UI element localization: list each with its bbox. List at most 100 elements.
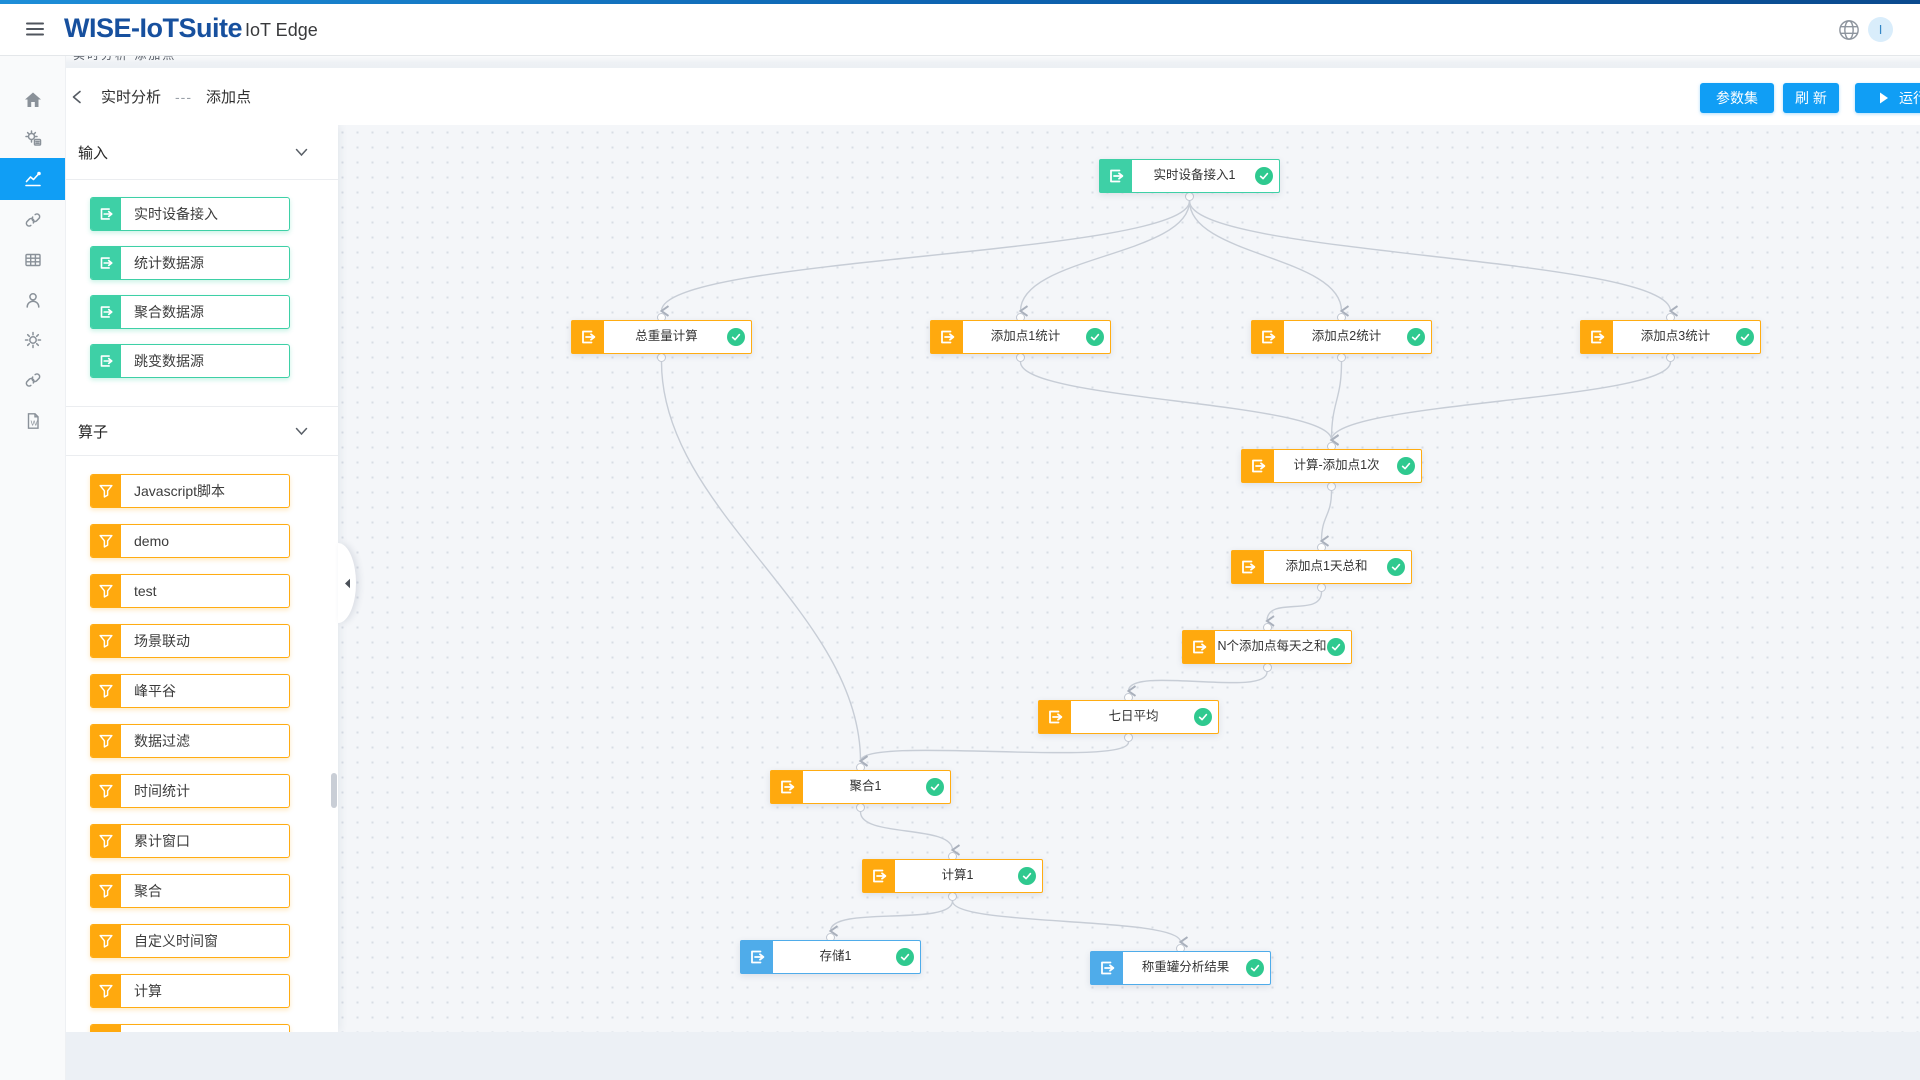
node-valid-check-icon: [1407, 328, 1425, 346]
palette-item-input[interactable]: 统计数据源: [90, 246, 290, 280]
flow-node[interactable]: 称重罐分析结果: [1090, 951, 1271, 985]
document-icon: W: [23, 411, 43, 431]
nav-sidebar: W: [0, 55, 66, 1080]
flow-node[interactable]: 总重量计算: [571, 320, 752, 354]
funnel-icon: [91, 625, 121, 657]
palette-item-label: demo: [134, 525, 169, 557]
palette-item-operator[interactable]: 累计窗口: [90, 824, 290, 858]
toolbar: 实时分析 --- 添加点 参数集 刷 新 运行: [65, 68, 1920, 125]
section-input-header[interactable]: 输入: [65, 125, 338, 180]
palette-item-operator[interactable]: 峰平谷: [90, 674, 290, 708]
palette-item-operator[interactable]: test: [90, 574, 290, 608]
remnant-clipped-text: 实时分析 添加点: [73, 55, 176, 63]
run-button[interactable]: 运行: [1855, 83, 1920, 113]
node-valid-check-icon: [1194, 708, 1212, 726]
language-globe-icon[interactable]: [1838, 19, 1860, 41]
node-valid-check-icon: [896, 948, 914, 966]
section-operators-header[interactable]: 算子: [65, 407, 338, 456]
sidebar-item-settings[interactable]: [0, 320, 65, 360]
brand-logo: WISE-IoTSuite: [64, 13, 242, 44]
palette-item-label: Javascript脚本: [134, 475, 225, 507]
play-icon: [1879, 92, 1889, 104]
node-input-icon: [1091, 952, 1123, 984]
node-input-icon: [1581, 321, 1613, 353]
palette-item-label: test: [134, 575, 157, 607]
palette-item-operator[interactable]: Javascript脚本: [90, 474, 290, 508]
node-input-icon: [771, 771, 803, 803]
flow-node[interactable]: 计算1: [862, 859, 1043, 893]
palette-item-label: 实时设备接入: [134, 198, 218, 230]
chevron-left-icon: [344, 578, 351, 589]
node-input-icon: [572, 321, 604, 353]
breadcrumb-root[interactable]: 实时分析: [101, 86, 161, 107]
funnel-icon: [91, 775, 121, 807]
node-input-icon: [1242, 450, 1274, 482]
funnel-icon: [91, 475, 121, 507]
palette-item-input[interactable]: 实时设备接入: [90, 197, 290, 231]
funnel-icon: [91, 525, 121, 557]
sidebar-item-documents[interactable]: W: [0, 401, 65, 441]
sidebar-item-external-links[interactable]: [0, 360, 65, 400]
node-input-icon: [1183, 631, 1215, 663]
sidebar-item-device-management[interactable]: [0, 118, 65, 158]
svg-text:W: W: [30, 419, 38, 428]
flow-node[interactable]: N个添加点每天之和: [1182, 630, 1352, 664]
node-valid-check-icon: [1086, 328, 1104, 346]
flow-node[interactable]: 七日平均: [1038, 700, 1219, 734]
palette-item-operator[interactable]: 计算: [90, 974, 290, 1008]
palette-item-operator[interactable]: 自定义时间窗: [90, 924, 290, 958]
parameter-set-button[interactable]: 参数集: [1700, 83, 1774, 113]
palette-item-operator[interactable]: 聚合: [90, 874, 290, 908]
node-valid-check-icon: [1246, 959, 1264, 977]
flow-node[interactable]: 添加点3统计: [1580, 320, 1761, 354]
palette-item-operator[interactable]: demo: [90, 524, 290, 558]
palette-item-input[interactable]: 聚合数据源: [90, 295, 290, 329]
input-source-icon: [91, 247, 121, 279]
bottom-strip: [0, 1032, 1920, 1080]
gear-icon: [23, 330, 43, 350]
flow-node[interactable]: 实时设备接入1: [1099, 159, 1280, 193]
palette-item-label: 聚合数据源: [134, 296, 204, 328]
palette-item-operator[interactable]: [90, 1024, 290, 1032]
node-input-icon: [863, 860, 895, 892]
node-input-icon: [741, 941, 773, 973]
user-avatar[interactable]: I: [1868, 17, 1893, 42]
analysis-chart-icon: [23, 169, 43, 189]
scrolled-content-remnant: 实时分析 添加点: [0, 55, 1920, 69]
funnel-icon: [91, 725, 121, 757]
palette-item-operator[interactable]: 场景联动: [90, 624, 290, 658]
operator-item-list: Javascript脚本 demo test: [65, 456, 338, 1032]
node-valid-check-icon: [1397, 457, 1415, 475]
flow-node[interactable]: 添加点1天总和: [1231, 550, 1412, 584]
palette-item-label: 统计数据源: [134, 247, 204, 279]
sidebar-item-home[interactable]: [0, 80, 65, 120]
breadcrumb-separator: ---: [175, 89, 192, 105]
breadcrumb: 实时分析 --- 添加点: [69, 68, 251, 125]
palette-item-input[interactable]: 跳变数据源: [90, 344, 290, 378]
palette-item-label: 自定义时间窗: [134, 925, 218, 957]
palette-item-operator[interactable]: 数据过滤: [90, 724, 290, 758]
funnel-icon: [91, 675, 121, 707]
flow-node[interactable]: 存储1: [740, 940, 921, 974]
sidebar-item-connections[interactable]: [0, 200, 65, 240]
refresh-button[interactable]: 刷 新: [1783, 83, 1839, 113]
palette-item-label: 数据过滤: [134, 725, 190, 757]
flow-node[interactable]: 聚合1: [770, 770, 951, 804]
sidebar-item-data-table[interactable]: [0, 240, 65, 280]
panel-scrollbar-thumb[interactable]: [331, 773, 337, 808]
node-valid-check-icon: [1018, 867, 1036, 885]
flow-node[interactable]: 计算-添加点1次: [1241, 449, 1422, 483]
palette-item-label: 时间统计: [134, 775, 190, 807]
funnel-icon: [91, 875, 121, 907]
sidebar-item-users[interactable]: [0, 280, 65, 320]
palette-item-operator[interactable]: 时间统计: [90, 774, 290, 808]
node-input-icon: [1039, 701, 1071, 733]
back-arrow-icon[interactable]: [69, 88, 87, 106]
palette-item-label: 峰平谷: [134, 675, 176, 707]
node-valid-check-icon: [727, 328, 745, 346]
device-gear-icon: [23, 128, 43, 148]
flow-node[interactable]: 添加点1统计: [930, 320, 1111, 354]
sidebar-item-realtime-analysis[interactable]: [0, 159, 65, 199]
flow-node[interactable]: 添加点2统计: [1251, 320, 1432, 354]
menu-icon[interactable]: [24, 18, 46, 40]
